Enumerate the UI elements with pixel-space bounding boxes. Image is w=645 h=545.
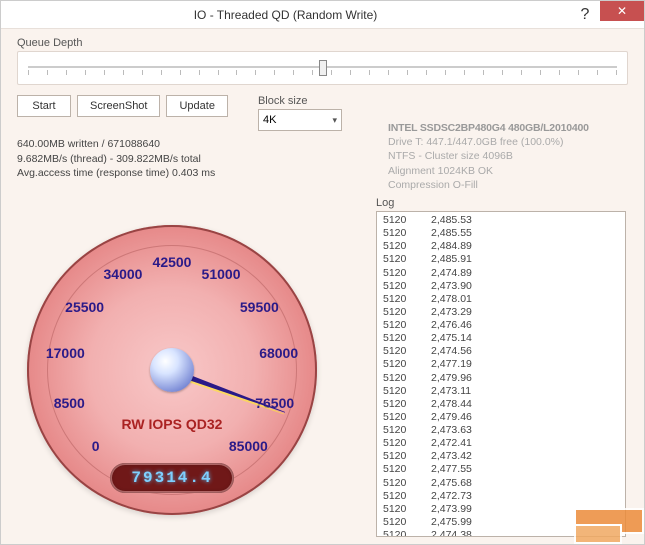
log-row: 51202,473.90	[383, 280, 619, 293]
log-row: 51202,477.19	[383, 358, 619, 371]
log-row: 51202,485.53	[383, 214, 619, 227]
gauge-tick: 17000	[46, 345, 85, 361]
block-size-group: Block size 4K ▾	[258, 95, 342, 131]
log-row: 51202,485.91	[383, 253, 619, 266]
gauge: 0 8500 17000 25500 34000 42500 51000 59500 68000…	[27, 225, 337, 535]
log-row: 51202,473.29	[383, 306, 619, 319]
log-label: Log	[376, 197, 626, 209]
block-size-label: Block size	[258, 95, 342, 107]
drive-name: INTEL SSDSC2BP480G4 480GB/L2010400	[388, 121, 618, 135]
titlebar: IO - Threaded QD (Random Write) ? ✕	[1, 1, 644, 29]
log-row: 51202,479.46	[383, 411, 619, 424]
drive-comp: Compression O-Fill	[388, 178, 618, 192]
slider-thumb[interactable]	[319, 60, 327, 76]
drive-info: INTEL SSDSC2BP480G4 480GB/L2010400 Drive…	[388, 121, 618, 192]
watermark-icon	[554, 494, 644, 544]
gauge-tick: 42500	[153, 254, 192, 270]
gauge-hub	[150, 348, 194, 392]
gauge-lcd: 79314.4	[110, 463, 234, 493]
drive-align: Alignment 1024KB OK	[388, 164, 618, 178]
help-button[interactable]: ?	[570, 6, 600, 24]
queue-depth-label: Queue Depth	[17, 37, 628, 49]
gauge-tick: 25500	[65, 299, 104, 315]
block-size-select[interactable]: 4K ▾	[258, 109, 342, 131]
chevron-down-icon: ▾	[332, 115, 337, 126]
log-row: 51202,473.63	[383, 424, 619, 437]
log-row: 51202,474.89	[383, 267, 619, 280]
gauge-tick: 85000	[229, 438, 268, 454]
queue-depth-slider[interactable]	[17, 51, 628, 85]
gauge-tick: 0	[92, 438, 100, 454]
gauge-value: 79314.4	[131, 469, 212, 487]
log-row: 51202,472.41	[383, 437, 619, 450]
gauge-tick: 51000	[202, 266, 241, 282]
gauge-sublabel: RW IOPS QD32	[122, 416, 223, 432]
log-panel: Log 51202,485.5351202,485.5551202,484.89…	[376, 197, 626, 537]
update-button[interactable]: Update	[166, 95, 227, 117]
gauge-tick: 68000	[259, 345, 298, 361]
log-row: 51202,477.55	[383, 463, 619, 476]
gauge-tick: 8500	[54, 395, 85, 411]
gauge-tick: 59500	[240, 299, 279, 315]
log-list[interactable]: 51202,485.5351202,485.5551202,484.895120…	[376, 211, 626, 537]
log-row: 51202,473.11	[383, 385, 619, 398]
start-button[interactable]: Start	[17, 95, 71, 117]
drive-capacity: Drive T: 447.1/447.0GB free (100.0%)	[388, 135, 618, 149]
log-row: 51202,474.56	[383, 345, 619, 358]
log-row: 51202,473.42	[383, 450, 619, 463]
log-row: 51202,478.44	[383, 398, 619, 411]
close-button[interactable]: ✕	[600, 1, 644, 21]
log-row: 51202,476.46	[383, 319, 619, 332]
block-size-value: 4K	[263, 114, 276, 126]
log-row: 51202,484.89	[383, 240, 619, 253]
log-row: 51202,479.96	[383, 372, 619, 385]
window: IO - Threaded QD (Random Write) ? ✕ Queu…	[0, 0, 645, 545]
gauge-tick: 34000	[104, 266, 143, 282]
log-row: 51202,475.14	[383, 332, 619, 345]
log-row: 51202,485.55	[383, 227, 619, 240]
window-title: IO - Threaded QD (Random Write)	[1, 8, 570, 22]
log-row: 51202,478.01	[383, 293, 619, 306]
log-row: 51202,475.68	[383, 477, 619, 490]
gauge-dial: 0 8500 17000 25500 34000 42500 51000 59500 68000…	[27, 225, 317, 515]
drive-fs: NTFS - Cluster size 4096B	[388, 149, 618, 163]
content: Queue Depth Start ScreenShot Update Bloc…	[1, 29, 644, 544]
screenshot-button[interactable]: ScreenShot	[77, 95, 160, 117]
